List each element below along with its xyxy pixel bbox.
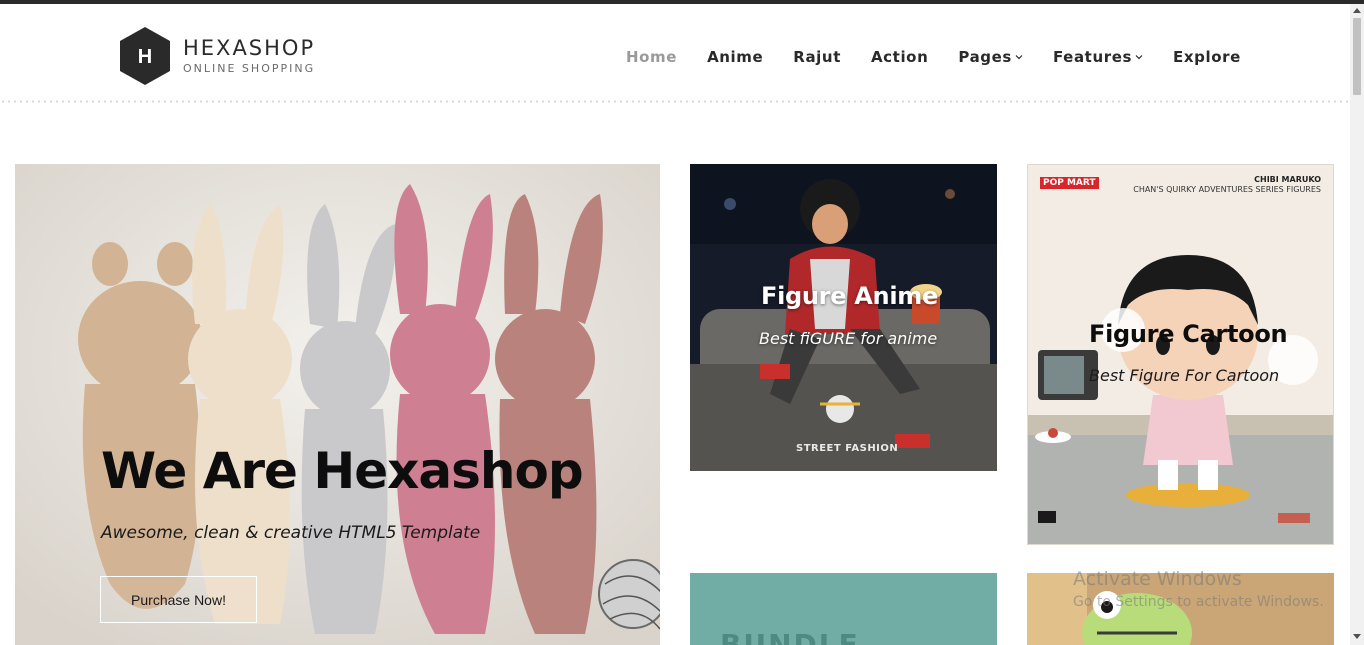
card-subtitle-anime: Best fiGURE for anime bbox=[759, 329, 938, 348]
popmart-badge: POP MART bbox=[1040, 177, 1099, 189]
bundle-image-text: BUNDLE bbox=[720, 628, 860, 645]
nav-item-pages-label: Pages bbox=[958, 48, 1012, 66]
main-nav: Home Anime Rajut Action Pages Features E… bbox=[626, 48, 1241, 66]
brand-tagline: ONLINE SHOPPING bbox=[183, 62, 316, 75]
nav-item-anime[interactable]: Anime bbox=[707, 48, 763, 66]
hexagon-logo-icon: H bbox=[120, 27, 170, 85]
arrow-up-icon[interactable] bbox=[1350, 4, 1364, 18]
purchase-now-button[interactable]: Purchase Now! bbox=[100, 576, 257, 623]
arrow-down-icon[interactable] bbox=[1350, 629, 1364, 643]
category-card-anime[interactable]: STREET FASHION Figure Anime Best fiGURE … bbox=[690, 164, 997, 471]
brand-name: HEXASHOP bbox=[183, 36, 316, 60]
page-scrollbar[interactable] bbox=[1350, 4, 1364, 645]
cartoon-image-line: CHAN'S QUIRKY ADVENTURES SERIES FIGURES bbox=[1133, 185, 1321, 194]
brand-logo[interactable]: H HEXASHOP ONLINE SHOPPING bbox=[118, 26, 315, 86]
hero-subtitle: Awesome, clean & creative HTML5 Template bbox=[101, 523, 481, 543]
card-title-cartoon: Figure Cartoon bbox=[1089, 320, 1288, 348]
cartoon-image-heading: CHIBI MARUKO bbox=[1254, 175, 1321, 184]
nav-item-action[interactable]: Action bbox=[871, 48, 928, 66]
nav-item-explore[interactable]: Explore bbox=[1173, 48, 1241, 66]
cartoon-figure-image bbox=[1028, 165, 1333, 544]
logo-letter: H bbox=[138, 46, 152, 68]
nav-item-rajut[interactable]: Rajut bbox=[793, 48, 841, 66]
anime-image-caption: STREET FASHION bbox=[796, 443, 899, 454]
nav-item-home[interactable]: Home bbox=[626, 48, 677, 66]
chevron-down-icon bbox=[1015, 55, 1023, 60]
header-divider bbox=[0, 100, 1350, 103]
hero-banner: We Are Hexashop Awesome, clean & creativ… bbox=[15, 164, 660, 645]
site-header: H HEXASHOP ONLINE SHOPPING Home Anime Ra… bbox=[0, 4, 1350, 102]
card-title-anime: Figure Anime bbox=[761, 282, 938, 310]
card-subtitle-cartoon: Best Figure For Cartoon bbox=[1089, 366, 1280, 385]
windows-activation-watermark: Activate Windows Go to Settings to activ… bbox=[1073, 568, 1324, 612]
anime-figure-image bbox=[690, 164, 997, 471]
watermark-title: Activate Windows bbox=[1073, 568, 1242, 590]
scrollbar-thumb[interactable] bbox=[1353, 18, 1361, 95]
hero-image-crochet-bunnies bbox=[15, 164, 660, 645]
nav-item-features-label: Features bbox=[1052, 48, 1133, 66]
hero-title: We Are Hexashop bbox=[101, 442, 584, 500]
chevron-down-icon bbox=[1135, 55, 1143, 60]
category-card-cartoon[interactable]: POP MART CHIBI MARUKO CHAN'S QUIRKY ADVE… bbox=[1027, 164, 1334, 545]
nav-item-features[interactable]: Features bbox=[1053, 48, 1143, 66]
category-card-bundle[interactable]: BUNDLE bbox=[690, 573, 997, 645]
nav-item-pages[interactable]: Pages bbox=[958, 48, 1023, 66]
watermark-subtitle: Go to Settings to activate Windows. bbox=[1073, 594, 1324, 610]
